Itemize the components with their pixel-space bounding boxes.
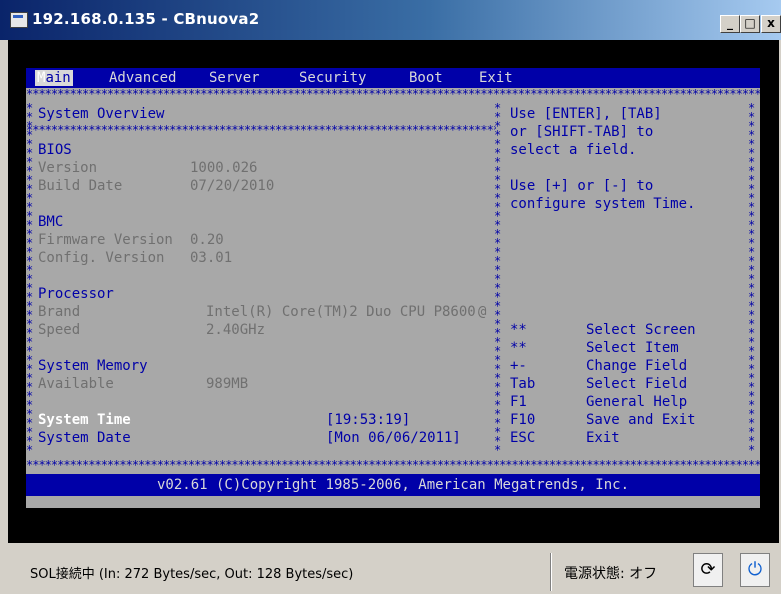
version-value: 1000.026 [190, 160, 258, 176]
menu-advanced[interactable]: Advanced [109, 70, 176, 86]
key-7: ESC [510, 430, 536, 446]
available-label: Available [38, 376, 114, 392]
key-4-desc: Select Field [586, 376, 688, 392]
help-line-5: Use [+] or [-] to [510, 178, 654, 194]
bios-heading: BIOS [38, 142, 72, 158]
help-line-1: Use [ENTER], [TAB] [510, 106, 662, 122]
menu-security[interactable]: Security [299, 70, 366, 86]
firmware-label: Firmware Version [38, 232, 173, 248]
bios-screen[interactable]: Main Advanced Server Security Boot Exit … [26, 68, 760, 508]
help-line-3: select a field. [510, 142, 637, 158]
status-bar: SOL接続中 (In: 272 Bytes/sec, Out: 128 Byte… [0, 543, 781, 594]
key-6: F10 [510, 412, 536, 428]
power-icon: ⏻ [747, 559, 763, 580]
speed-label: Speed [38, 322, 81, 338]
key-1-desc: Select Screen [586, 322, 696, 338]
system-date-field[interactable]: [Mon 06/06/2011] [326, 430, 461, 446]
key-2-desc: Select Item [586, 340, 679, 356]
maximize-button[interactable]: □ [740, 15, 760, 33]
build-date-value: 07/20/2010 [190, 178, 275, 194]
border-middle: *************************************** [494, 101, 502, 457]
brand-label: Brand [38, 304, 81, 320]
overview-heading: System Overview [38, 106, 165, 122]
help-line-6: configure system Time. [510, 196, 696, 212]
power-button[interactable]: ⏻ [740, 553, 770, 587]
system-time-label[interactable]: System Time [38, 412, 131, 428]
window-title: 192.168.0.135 - CBnuova2 [32, 10, 260, 28]
border-left: *************************************** [26, 101, 34, 457]
bmc-heading: BMC [38, 214, 64, 230]
bios-footer: v02.61 (C)Copyright 1985-2006, American … [26, 474, 760, 496]
border-bottom: ****************************************… [26, 458, 760, 472]
close-button[interactable]: x [761, 15, 781, 33]
brand-value: Intel(R) Core(TM)2 Duo CPU P8600 [206, 304, 476, 320]
minimize-button[interactable]: _ [720, 15, 740, 33]
refresh-icon: ⟳ [700, 559, 716, 580]
menu-main[interactable]: Main [35, 70, 73, 86]
help-line-2: or [SHIFT-TAB] to [510, 124, 654, 140]
system-time-field[interactable]: [19:53:19] [326, 412, 410, 428]
processor-heading: Processor [38, 286, 114, 302]
config-value: 03.01 [190, 250, 233, 266]
border-top: ****************************************… [26, 87, 760, 101]
config-label: Config. Version [38, 250, 165, 266]
key-5: F1 [510, 394, 527, 410]
key-4: Tab [510, 376, 536, 392]
title-bar: 192.168.0.135 - CBnuova2 _ □ x [0, 0, 781, 40]
sol-status: SOL接続中 (In: 272 Bytes/sec, Out: 128 Byte… [30, 567, 354, 582]
key-1: ** [510, 322, 527, 338]
menu-boot[interactable]: Boot [409, 70, 443, 86]
available-value: 989MB [206, 376, 249, 392]
bios-menubar: Main Advanced Server Security Boot Exit [26, 68, 760, 88]
key-3: +- [510, 358, 527, 374]
key-3-desc: Change Field [586, 358, 688, 374]
app-icon [10, 12, 28, 28]
border-overview: ****************************************… [26, 123, 496, 137]
refresh-button[interactable]: ⟳ [693, 553, 723, 587]
border-right: *************************************** [748, 101, 756, 457]
build-date-label: Build Date [38, 178, 123, 194]
firmware-value: 0.20 [190, 232, 224, 248]
brand-suffix: @ [478, 304, 487, 320]
key-5-desc: General Help [586, 394, 688, 410]
key-2: ** [510, 340, 527, 356]
speed-value: 2.40GHz [206, 322, 266, 338]
version-label: Version [38, 160, 98, 176]
menu-exit[interactable]: Exit [479, 70, 513, 86]
memory-heading: System Memory [38, 358, 148, 374]
menu-server[interactable]: Server [209, 70, 260, 86]
status-separator [550, 553, 552, 591]
system-date-label[interactable]: System Date [38, 430, 131, 446]
key-7-desc: Exit [586, 430, 620, 446]
power-status: 電源状態: オフ [564, 566, 658, 582]
key-6-desc: Save and Exit [586, 412, 696, 428]
